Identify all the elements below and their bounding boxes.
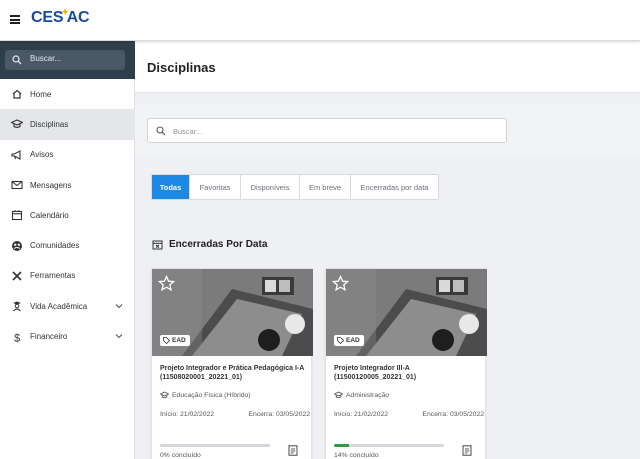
sidebar-item-avisos[interactable]: Avisos [0,140,135,170]
star-icon[interactable] [158,275,175,292]
course-card[interactable]: EAD Projeto Integrador e Prática Pedagóg… [151,268,313,459]
course-title[interactable]: Projeto Integrador e Prática Pedagógica … [160,364,308,382]
course-image: EAD [152,269,313,356]
document-icon[interactable] [288,445,298,456]
course-dates: Início: 21/02/2022 Encerra: 03/05/2022 [334,411,484,418]
community-icon [12,240,22,251]
end-date: Encerra: 03/05/2022 [248,411,310,418]
sidebar-item-financeiro[interactable]: $ Financeiro [0,321,135,351]
logo[interactable]: CES✦AC [31,7,90,27]
graduation-cap-icon [11,119,23,129]
start-date: Início: 21/02/2022 [160,411,215,418]
star-icon[interactable] [332,275,349,292]
sidebar-item-label: Mensagens [30,180,72,190]
sidebar-item-label: Financeiro [30,332,68,342]
chevron-down-icon[interactable] [115,302,123,310]
course-title[interactable]: Projeto Integrador III-A (11500120005_20… [334,364,482,382]
course-image: EAD [326,269,487,356]
sidebar-item-ferramentas[interactable]: Ferramentas [0,261,135,291]
page-header: Disciplinas [135,41,640,93]
tab-encerradas-por-data[interactable]: Encerradas por data [351,175,438,199]
course-card[interactable]: EAD Projeto Integrador III-A (1150012000… [325,268,487,459]
course-dates: Início: 21/02/2022 Encerra: 03/05/2022 [160,411,310,418]
tab-disponiveis[interactable]: Disponíveis [241,175,300,199]
tools-icon [12,271,22,281]
calendar-x-icon [152,240,163,250]
sidebar-item-label: Vida Acadêmica [30,301,88,311]
megaphone-icon [11,149,21,160]
home-icon [12,89,22,99]
modality-badge: EAD [334,335,364,346]
sidebar-item-label: Comunidades [30,241,80,251]
sidebar-item-disciplinas[interactable]: Disciplinas [0,109,135,140]
sidebar-search-input[interactable]: Buscar... [5,50,125,70]
svg-text:$: $ [14,332,20,343]
sidebar-search-area: Buscar... [0,41,135,79]
progress-bar [160,444,270,447]
modality-badge: EAD [160,335,190,346]
tag-icon [163,337,170,344]
sidebar-item-calendario[interactable]: Calendário [0,200,135,230]
sidebar-item-label: Home [30,89,52,99]
sidebar-search-placeholder: Buscar... [30,54,62,63]
start-date: Início: 21/02/2022 [334,411,389,418]
search-input[interactable]: Buscar... [147,118,507,143]
sidebar-item-label: Disciplinas [30,119,69,129]
course-department: Administração [334,391,389,399]
sidebar-item-home[interactable]: Home [0,79,135,109]
sidebar: Buscar... Home Disciplinas Avisos Mensag… [0,41,135,459]
tab-favoritas[interactable]: Favoritas [190,175,241,199]
section-title: Encerradas Por Data [169,239,268,250]
progress-bar [334,444,444,447]
dollar-icon: $ [14,332,20,343]
course-department: Educação Física (Híbrido) [160,391,251,399]
tag-icon [337,337,344,344]
search-icon [156,126,166,136]
graduation-cap-icon [160,391,169,399]
sidebar-item-label: Avisos [30,150,54,160]
filter-tabs: Todas Favoritas Disponíveis Em breve Enc… [151,174,439,200]
search-placeholder: Buscar... [173,127,203,136]
end-date: Encerra: 03/05/2022 [422,411,484,418]
sidebar-item-mensagens[interactable]: Mensagens [0,170,135,200]
sidebar-nav: Home Disciplinas Avisos Mensagens Calend… [0,79,135,352]
student-icon [13,301,21,312]
chevron-down-icon[interactable] [115,332,123,340]
envelope-icon [11,180,23,190]
progress-fill [334,444,350,447]
tab-em-breve[interactable]: Em breve [300,175,351,199]
calendar-icon [11,210,23,221]
page-title: Disciplinas [147,60,216,75]
progress-label: 0% concluído [160,452,201,459]
menu-icon[interactable] [10,15,20,24]
document-icon[interactable] [462,445,472,456]
progress-label: 14% concluído [334,452,379,459]
sidebar-item-label: Ferramentas [30,271,76,281]
search-icon [12,55,22,65]
main-content: Disciplinas Buscar... Todas Favoritas Di… [135,41,640,459]
sidebar-item-label: Calendário [30,210,69,220]
tab-todas[interactable]: Todas [152,175,190,199]
sidebar-item-vida-academica[interactable]: Vida Acadêmica [0,291,135,321]
graduation-cap-icon [334,391,343,399]
section-heading: Encerradas Por Data [152,239,267,250]
top-bar: CES✦AC [0,0,640,41]
sidebar-item-comunidades[interactable]: Comunidades [0,230,135,260]
search-band: Buscar... [135,103,640,157]
